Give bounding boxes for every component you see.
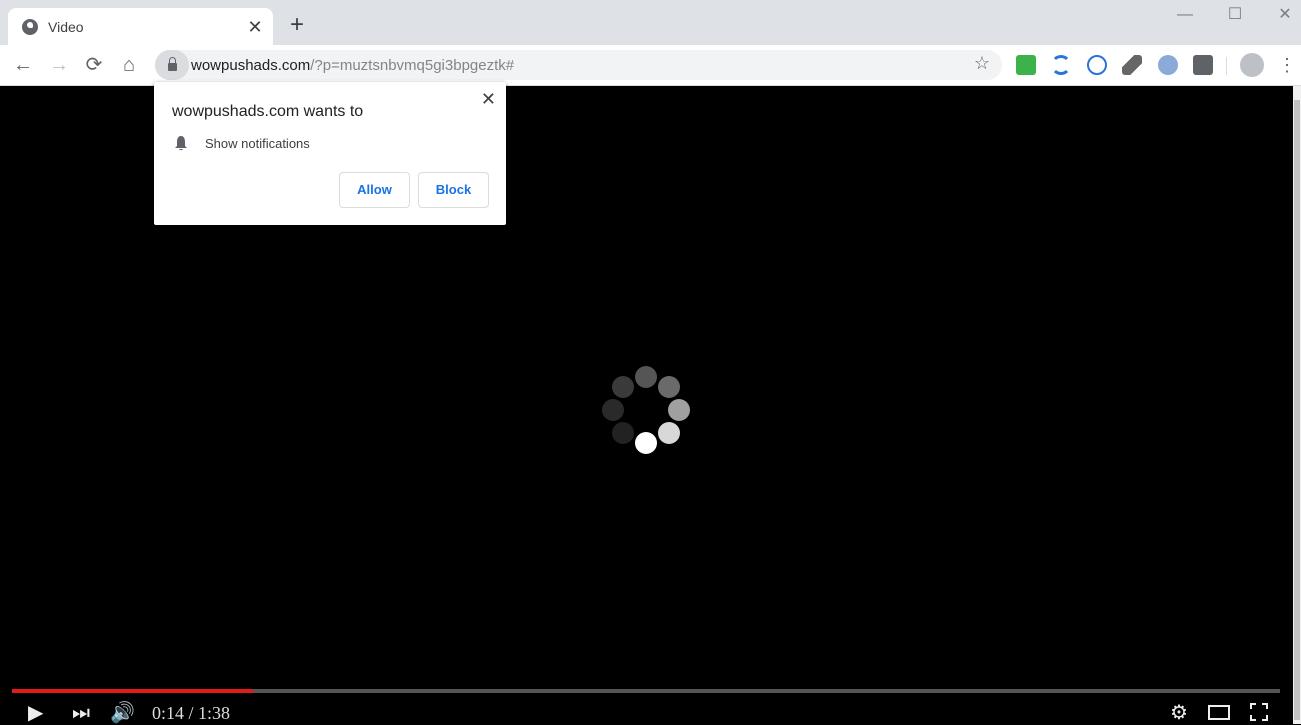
tab-video[interactable]: Video ✕ xyxy=(8,8,273,45)
theater-mode-button[interactable] xyxy=(1208,705,1230,720)
spinner-dot xyxy=(602,399,624,421)
lock-icon xyxy=(167,57,177,71)
spinner-dot xyxy=(635,432,657,454)
green-extension-icon[interactable] xyxy=(1016,55,1036,75)
blue-search-extension-icon[interactable] xyxy=(1158,55,1178,75)
settings-gear-icon[interactable]: ⚙ xyxy=(1170,701,1188,725)
spinner-dot xyxy=(658,375,681,398)
spinner-dot xyxy=(611,422,634,445)
seek-bar[interactable] xyxy=(12,689,1280,693)
sync-extension-icon[interactable] xyxy=(1051,55,1071,75)
browser-toolbar: ← → ⟳ ⌂ wowpushads.com/?p=muztsnbvmq5gi3… xyxy=(0,45,1301,86)
feather-extension-icon[interactable] xyxy=(1122,55,1142,75)
allow-button[interactable]: Allow xyxy=(339,172,410,208)
scrollbar-thumb[interactable] xyxy=(1294,100,1300,720)
spinner-dot xyxy=(611,375,634,398)
close-window-button[interactable]: ✕ xyxy=(1260,0,1301,30)
permission-text: Show notifications xyxy=(205,136,310,151)
home-button[interactable]: ⌂ xyxy=(115,51,143,79)
bell-icon xyxy=(175,136,187,151)
popup-title: wowpushads.com wants to xyxy=(172,103,364,120)
back-button[interactable]: ← xyxy=(9,51,37,79)
next-button[interactable]: ⏭ xyxy=(72,701,90,725)
spinner-dot xyxy=(668,399,690,421)
title-bar: Video ✕ + — ☐ ✕ xyxy=(0,0,1301,45)
minimize-button[interactable]: — xyxy=(1160,0,1210,30)
new-tab-button[interactable]: + xyxy=(284,12,310,38)
site-info-button[interactable] xyxy=(155,50,189,80)
block-button[interactable]: Block xyxy=(418,172,489,208)
tab-title: Video xyxy=(48,18,84,35)
spinner-dot xyxy=(635,366,657,388)
reload-button[interactable]: ⟳ xyxy=(80,51,108,79)
seek-bar-progress xyxy=(12,689,253,693)
url-text[interactable]: wowpushads.com/?p=muztsnbvmq5gi3bpgeztk# xyxy=(191,57,514,74)
play-button[interactable]: ▶ xyxy=(28,701,43,725)
scrollbar[interactable] xyxy=(1293,86,1301,724)
volume-button[interactable]: 🔊 xyxy=(110,701,135,725)
popup-close-button[interactable]: ✕ xyxy=(481,89,496,110)
tab-close-button[interactable]: ✕ xyxy=(243,15,267,39)
time-display: 0:14 / 1:38 xyxy=(152,703,231,723)
globe-icon xyxy=(22,18,38,35)
notification-permission-popup: wowpushads.com wants to ✕ Show notificat… xyxy=(154,82,506,225)
search-extension-icon[interactable] xyxy=(1087,55,1107,75)
address-bar[interactable]: wowpushads.com/?p=muztsnbvmq5gi3bpgeztk#… xyxy=(155,50,1002,80)
forward-button[interactable]: → xyxy=(45,51,73,79)
bookmark-star-icon[interactable]: ☆ xyxy=(974,53,990,74)
spinner-dot xyxy=(658,422,681,445)
fullscreen-button[interactable] xyxy=(1250,703,1268,721)
card-extension-icon[interactable] xyxy=(1193,55,1213,75)
browser-menu-button[interactable]: ⋮ xyxy=(1278,51,1296,79)
profile-avatar[interactable] xyxy=(1240,53,1264,77)
maximize-button[interactable]: ☐ xyxy=(1210,0,1260,30)
toolbar-divider xyxy=(1226,57,1227,75)
